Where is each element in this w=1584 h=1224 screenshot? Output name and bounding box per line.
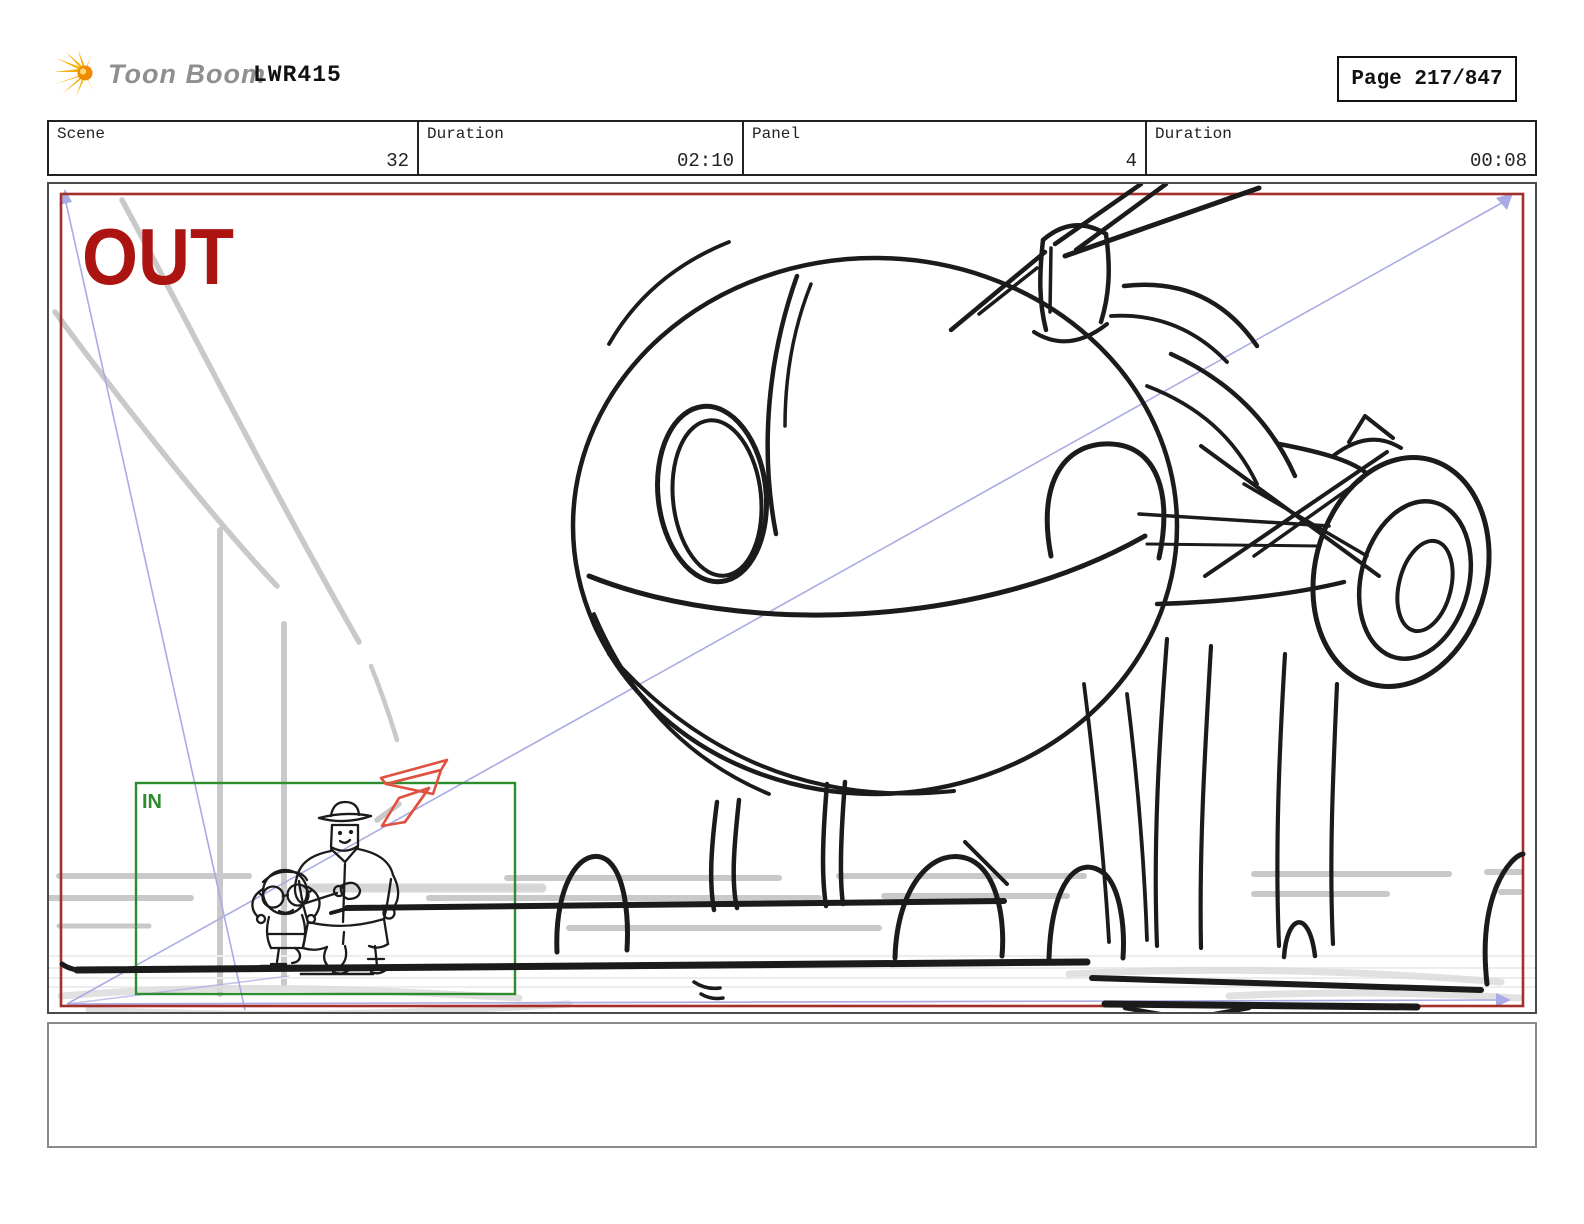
info-cell-panel: Panel 4 bbox=[742, 122, 1145, 174]
scene-value: 32 bbox=[386, 150, 409, 172]
panel-label: Panel bbox=[752, 125, 800, 143]
panel-value: 4 bbox=[1126, 150, 1137, 172]
panel-duration-value: 00:08 bbox=[1470, 150, 1527, 172]
toonboom-logo: Toon Boom bbox=[54, 50, 266, 98]
project-title: LWR415 bbox=[253, 62, 342, 88]
helicopter-window-right bbox=[1047, 444, 1164, 558]
info-cell-scene: Scene 32 bbox=[49, 122, 417, 174]
storyboard-sketch: IN bbox=[49, 184, 1535, 1012]
paper-plane-sketch bbox=[381, 760, 447, 826]
scene-duration-label: Duration bbox=[427, 125, 504, 143]
toonboom-logo-text: Toon Boom bbox=[108, 59, 266, 90]
toonboom-sunburst-icon bbox=[54, 50, 100, 98]
panel-duration-label: Duration bbox=[1155, 125, 1232, 143]
storyboard-export-page: Toon Boom LWR415 Page 217/847 Scene 32 D… bbox=[0, 0, 1584, 1224]
panel-info-bar: Scene 32 Duration 02:10 Panel 4 Duration… bbox=[47, 120, 1537, 176]
helicopter-rotor bbox=[951, 184, 1259, 341]
scene-label: Scene bbox=[57, 125, 105, 143]
helicopter-front-struts bbox=[557, 782, 1523, 984]
helicopter-rear-struts bbox=[1084, 639, 1337, 948]
page-number-box: Page 217/847 bbox=[1337, 56, 1517, 102]
scene-duration-value: 02:10 bbox=[677, 150, 734, 172]
storyboard-drawing-panel: IN bbox=[47, 182, 1537, 1014]
caption-box bbox=[47, 1022, 1537, 1148]
info-cell-panel-duration: Duration 00:08 bbox=[1145, 122, 1535, 174]
helicopter-tail-rotor bbox=[1289, 416, 1512, 705]
info-cell-scene-duration: Duration 02:10 bbox=[417, 122, 742, 174]
helicopter-tail-boom bbox=[1139, 354, 1387, 604]
out-label: OUT bbox=[82, 212, 234, 301]
helicopter-window-left bbox=[649, 401, 775, 587]
in-label: IN bbox=[142, 791, 162, 813]
